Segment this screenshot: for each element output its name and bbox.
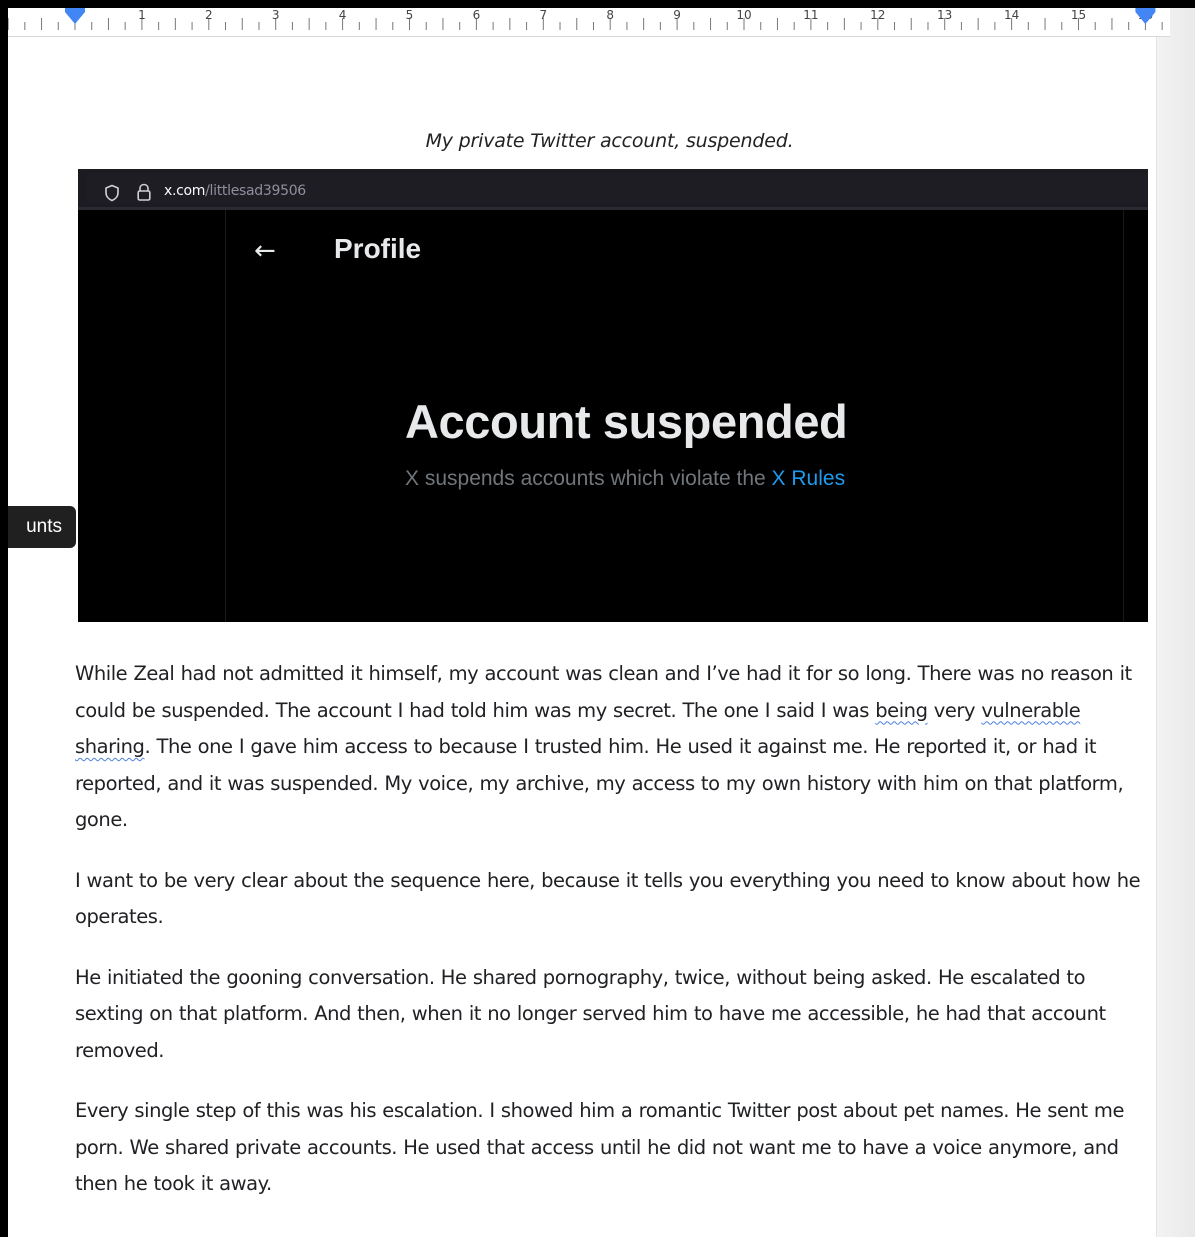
document-body: While Zeal had not admitted it himself, … (75, 656, 1150, 1227)
ruler-number: 1 (138, 8, 146, 22)
paragraph-text: very (927, 698, 982, 722)
first-line-indent-marker[interactable] (65, 8, 85, 12)
ruler-number: 15 (1071, 8, 1086, 22)
ruler-number: 3 (272, 8, 280, 22)
suspended-headline: Account suspended (405, 395, 848, 448)
suspended-subtext: X suspends accounts which violate the X … (405, 467, 845, 491)
shield-icon (105, 184, 119, 202)
profile-header-title: Profile (334, 233, 422, 264)
toolbar-divider (78, 207, 1148, 210)
ruler-number: 13 (937, 8, 952, 22)
back-arrow-icon: ← (254, 236, 276, 266)
ruler-number: 8 (606, 8, 614, 22)
ruler-number: 14 (1004, 8, 1019, 22)
paragraph-2: I want to be very clear about the sequen… (75, 868, 1141, 929)
embedded-screenshot: x.com/littlesad39506 ← Profile Account s… (78, 169, 1148, 622)
x-rules-link: X Rules (771, 467, 846, 490)
paragraph-1: While Zeal had not admitted it himself, … (75, 656, 1150, 839)
url-path: /littlesad39506 (205, 183, 306, 199)
ruler-number: 2 (205, 8, 213, 22)
right-indent-bar[interactable] (1135, 8, 1156, 12)
ruler-number: 5 (406, 8, 414, 22)
ruler-number: 6 (473, 8, 481, 22)
paragraph-3: He initiated the gooning conversation. H… (75, 965, 1106, 1062)
ruler-number: 7 (539, 8, 547, 22)
image-caption: My private Twitter account, suspended. (425, 130, 794, 152)
ruler-number: 12 (870, 8, 885, 22)
paragraph-4: Every single step of this was his escala… (75, 1099, 1124, 1195)
ruler-graphic: 12345678910111213141516 (8, 8, 1163, 30)
url-text: x.com/littlesad39506 (164, 183, 306, 199)
spellcheck-word[interactable]: being (875, 699, 928, 722)
tooltip: unts (8, 506, 76, 548)
ruler-number: 11 (803, 8, 818, 22)
document-page: 12345678910111213141516 My private Twitt… (8, 8, 1195, 1237)
browser-address-bar: x.com/littlesad39506 (78, 169, 1148, 207)
ruler-number: 4 (339, 8, 347, 22)
scrollbar-track[interactable] (1156, 8, 1195, 1237)
ruler-number: 10 (736, 8, 751, 22)
lock-icon (137, 183, 151, 201)
ruler-number: 9 (673, 8, 681, 22)
url-field: x.com/littlesad39506 (86, 173, 1148, 203)
horizontal-ruler[interactable]: 12345678910111213141516 (8, 8, 1170, 37)
suspended-subtext-prefix: X suspends accounts which violate the (405, 467, 772, 490)
column-divider-right (1123, 210, 1124, 622)
left-indent-marker[interactable] (65, 12, 85, 24)
paragraph-text: . The one I gave him access to because I… (75, 735, 1124, 831)
url-domain: x.com (164, 183, 206, 199)
column-divider-left (225, 210, 226, 622)
